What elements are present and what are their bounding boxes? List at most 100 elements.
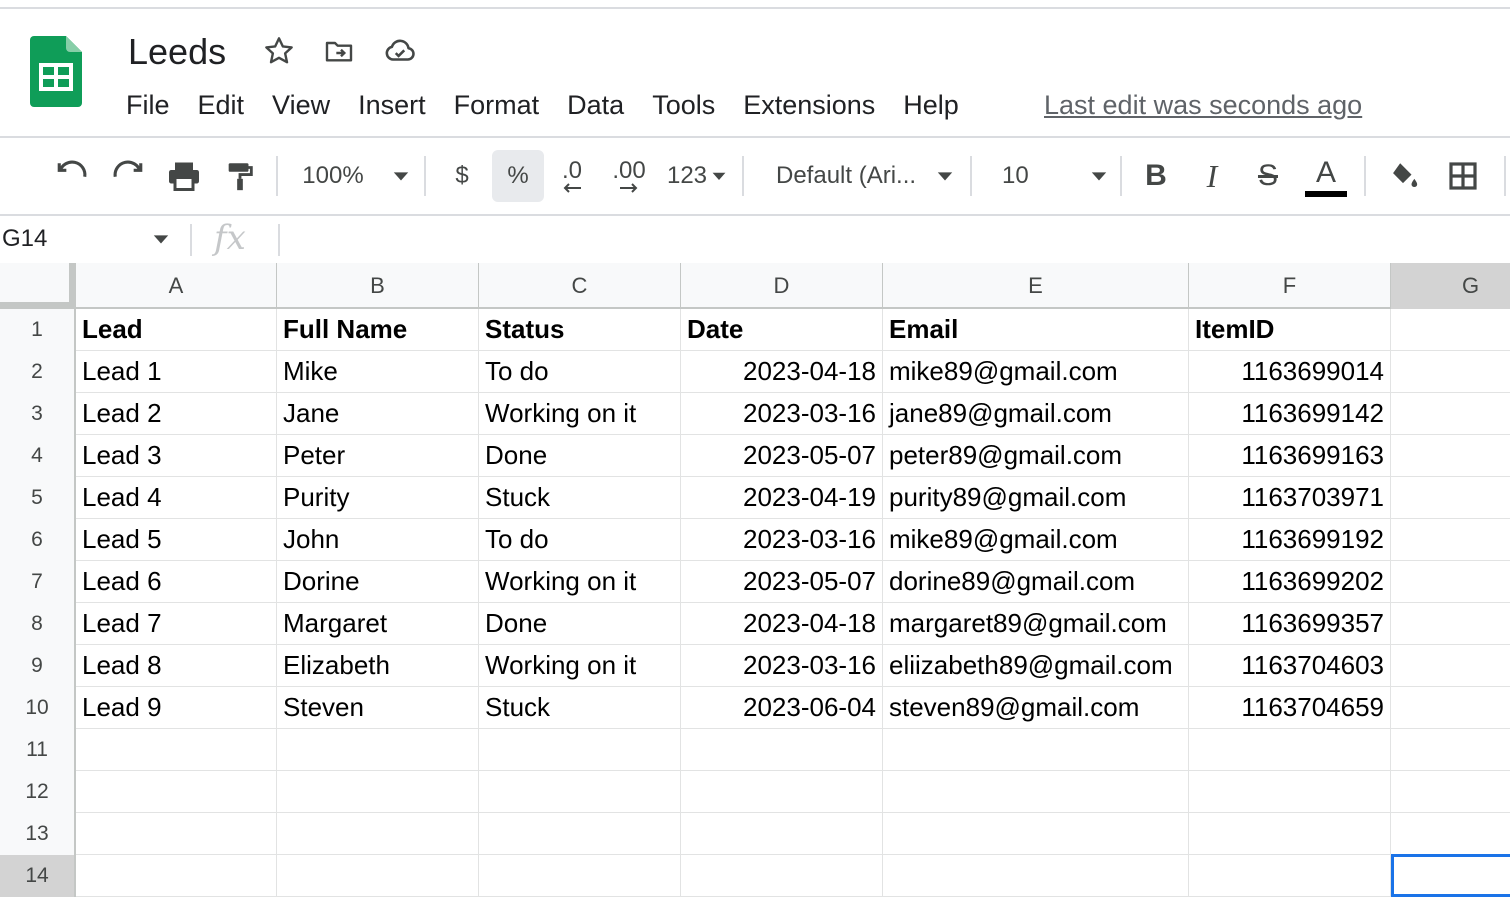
cell-f4[interactable]: 1163699163 [1189, 435, 1391, 476]
select-all-corner[interactable] [0, 263, 76, 309]
cell-a14[interactable] [76, 855, 277, 896]
cell-c3[interactable]: Working on it [479, 393, 681, 434]
decrease-decimal-button[interactable]: .0 [550, 150, 594, 202]
cell-f14[interactable] [1189, 855, 1391, 896]
cell-d12[interactable] [681, 771, 883, 812]
cell-e12[interactable] [883, 771, 1189, 812]
cell-d11[interactable] [681, 729, 883, 770]
move-folder-icon[interactable] [322, 34, 356, 68]
cell-g8[interactable] [1391, 603, 1510, 644]
cell-c7[interactable]: Working on it [479, 561, 681, 602]
row-header-2[interactable]: 2 [0, 351, 76, 393]
menu-help[interactable]: Help [889, 86, 973, 124]
cell-g4[interactable] [1391, 435, 1510, 476]
cell-a13[interactable] [76, 813, 277, 854]
name-box[interactable]: G14 [0, 216, 186, 262]
cell-b11[interactable] [277, 729, 479, 770]
cell-c13[interactable] [479, 813, 681, 854]
cell-f13[interactable] [1189, 813, 1391, 854]
cell-a1[interactable]: Lead [76, 309, 277, 350]
cell-a5[interactable]: Lead 4 [76, 477, 277, 518]
column-header-e[interactable]: E [883, 263, 1189, 309]
row-header-13[interactable]: 13 [0, 813, 76, 855]
last-edit-link[interactable]: Last edit was seconds ago [1044, 86, 1362, 124]
cell-b13[interactable] [277, 813, 479, 854]
row-header-9[interactable]: 9 [0, 645, 76, 687]
star-icon[interactable] [262, 34, 296, 68]
font-family-select[interactable]: Default (Ari... [764, 150, 960, 202]
cell-f2[interactable]: 1163699014 [1189, 351, 1391, 392]
cell-g2[interactable] [1391, 351, 1510, 392]
cell-d6[interactable]: 2023-03-16 [681, 519, 883, 560]
cell-f9[interactable]: 1163704603 [1189, 645, 1391, 686]
cell-b3[interactable]: Jane [277, 393, 479, 434]
font-size-select[interactable]: 10 [990, 150, 1110, 202]
cell-d14[interactable] [681, 855, 883, 896]
menu-data[interactable]: Data [553, 86, 638, 124]
row-header-12[interactable]: 12 [0, 771, 76, 813]
column-header-a[interactable]: A [76, 263, 277, 309]
cell-e11[interactable] [883, 729, 1189, 770]
paint-format-icon[interactable] [218, 150, 262, 202]
cell-f12[interactable] [1189, 771, 1391, 812]
cell-b1[interactable]: Full Name [277, 309, 479, 350]
menu-file[interactable]: File [112, 86, 184, 124]
cell-a12[interactable] [76, 771, 277, 812]
cell-c10[interactable]: Stuck [479, 687, 681, 728]
column-header-g[interactable]: G [1391, 263, 1510, 309]
row-header-10[interactable]: 10 [0, 687, 76, 729]
row-header-1[interactable]: 1 [0, 309, 76, 351]
cell-d8[interactable]: 2023-04-18 [681, 603, 883, 644]
currency-format-button[interactable]: $ [440, 150, 484, 202]
cell-d7[interactable]: 2023-05-07 [681, 561, 883, 602]
cell-d10[interactable]: 2023-06-04 [681, 687, 883, 728]
cell-e3[interactable]: jane89@gmail.com [883, 393, 1189, 434]
cell-c12[interactable] [479, 771, 681, 812]
menu-view[interactable]: View [258, 86, 344, 124]
cell-b7[interactable]: Dorine [277, 561, 479, 602]
cell-e10[interactable]: steven89@gmail.com [883, 687, 1189, 728]
cell-c5[interactable]: Stuck [479, 477, 681, 518]
row-header-3[interactable]: 3 [0, 393, 76, 435]
cell-a10[interactable]: Lead 9 [76, 687, 277, 728]
bold-button[interactable]: B [1134, 150, 1178, 202]
column-header-d[interactable]: D [681, 263, 883, 309]
sheets-logo-icon[interactable] [30, 36, 82, 107]
cell-g3[interactable] [1391, 393, 1510, 434]
redo-icon[interactable] [106, 150, 150, 202]
column-header-f[interactable]: F [1189, 263, 1391, 309]
cell-a11[interactable] [76, 729, 277, 770]
row-header-6[interactable]: 6 [0, 519, 76, 561]
column-header-c[interactable]: C [479, 263, 681, 309]
cell-f1[interactable]: ItemID [1189, 309, 1391, 350]
cell-a6[interactable]: Lead 5 [76, 519, 277, 560]
cell-f8[interactable]: 1163699357 [1189, 603, 1391, 644]
percent-format-button[interactable]: % [492, 150, 544, 202]
cell-c4[interactable]: Done [479, 435, 681, 476]
cell-c9[interactable]: Working on it [479, 645, 681, 686]
cell-e9[interactable]: eliizabeth89@gmail.com [883, 645, 1189, 686]
cell-g10[interactable] [1391, 687, 1510, 728]
italic-button[interactable]: I [1190, 150, 1234, 202]
cell-c1[interactable]: Status [479, 309, 681, 350]
cell-f3[interactable]: 1163699142 [1189, 393, 1391, 434]
cell-c6[interactable]: To do [479, 519, 681, 560]
cell-g11[interactable] [1391, 729, 1510, 770]
cell-g7[interactable] [1391, 561, 1510, 602]
cell-a7[interactable]: Lead 6 [76, 561, 277, 602]
cell-f11[interactable] [1189, 729, 1391, 770]
print-icon[interactable] [162, 150, 206, 202]
strikethrough-button[interactable]: S [1246, 150, 1290, 202]
cell-c14[interactable] [479, 855, 681, 896]
column-header-b[interactable]: B [277, 263, 479, 309]
cell-g9[interactable] [1391, 645, 1510, 686]
cell-g1[interactable] [1391, 309, 1510, 350]
cell-d2[interactable]: 2023-04-18 [681, 351, 883, 392]
cell-g12[interactable] [1391, 771, 1510, 812]
row-header-8[interactable]: 8 [0, 603, 76, 645]
row-header-5[interactable]: 5 [0, 477, 76, 519]
cell-a2[interactable]: Lead 1 [76, 351, 277, 392]
cell-g6[interactable] [1391, 519, 1510, 560]
cell-f10[interactable]: 1163704659 [1189, 687, 1391, 728]
undo-icon[interactable] [50, 150, 94, 202]
